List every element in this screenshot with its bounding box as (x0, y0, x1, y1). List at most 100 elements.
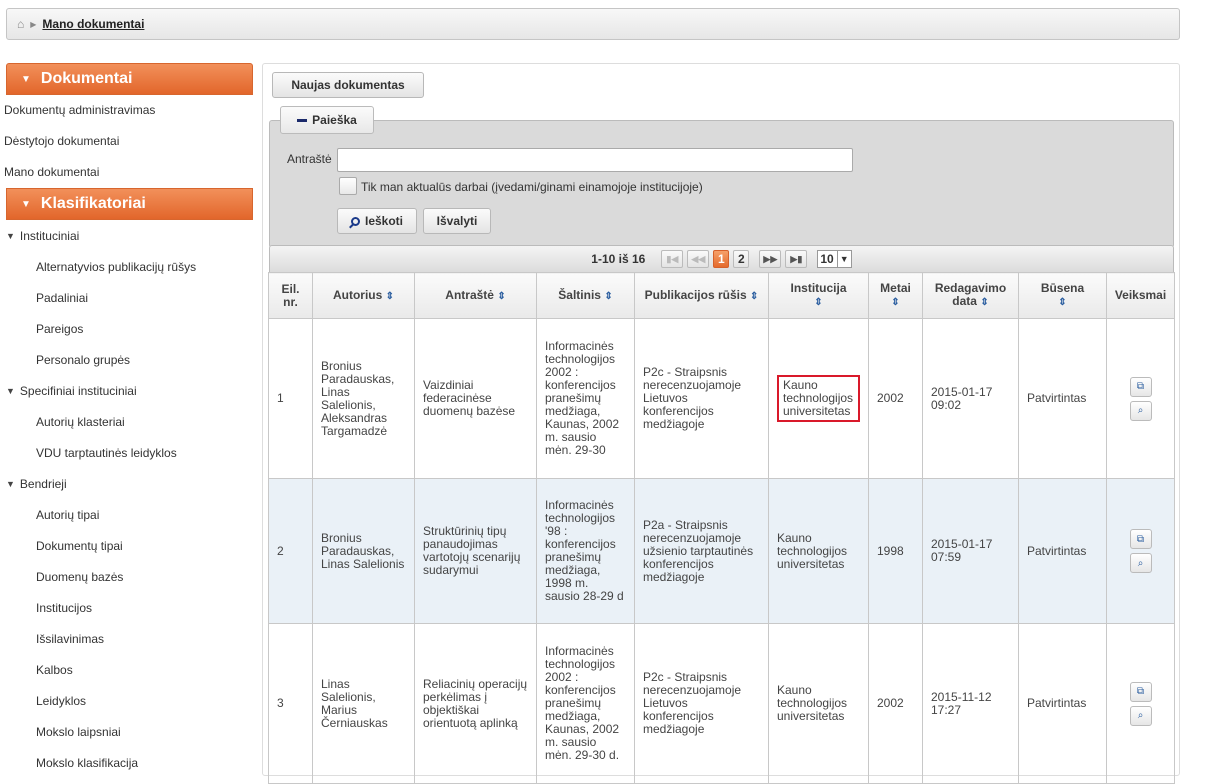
rows-per-page-value: 10 (820, 252, 834, 266)
cell-nr: 2 (268, 478, 313, 624)
cell-saltinis: Informacinės technologijos 2002 : konfer… (536, 623, 635, 784)
sidebar-section-dokumentai[interactable]: ▼ Dokumentai (6, 63, 253, 95)
sort-icon: ⇕ (1058, 297, 1067, 308)
search-icon (350, 216, 360, 226)
search-legend-label: Paieška (312, 113, 357, 127)
sidebar-item[interactable]: Išsilavinimas (0, 623, 253, 654)
cell-nr: 1 (268, 318, 313, 479)
header-antraste[interactable]: Antraštė ⇕ (414, 272, 537, 319)
sidebar-item[interactable]: Mokslo klasifikacija (0, 747, 253, 776)
sidebar-item[interactable]: Autorių klasteriai (0, 406, 253, 437)
sidebar-item-mano-dokumentai[interactable]: Mano dokumentai (0, 157, 253, 188)
cell-metai: 2002 (868, 318, 923, 479)
header-metai[interactable]: Metai ⇕ (868, 272, 923, 319)
minus-icon (297, 118, 308, 122)
breadcrumb: ⌂ ▶ Mano dokumentai (6, 8, 1180, 40)
tree-group-instituciniai[interactable]: ▼ Instituciniai (0, 220, 253, 251)
cell-busena: Patvirtintas (1018, 623, 1107, 784)
table-row: 2 Bronius Paradauskas, Linas Salelionis … (268, 478, 1175, 624)
sidebar-item[interactable]: Leidyklos (0, 685, 253, 716)
header-label: Redagavimo data (934, 281, 1007, 308)
triangle-down-icon: ▼ (21, 73, 31, 85)
next-page-icon[interactable]: ▶▶ (759, 250, 782, 268)
triangle-down-icon: ▼ (21, 198, 31, 210)
sidebar-item-destytojo-dokumentai[interactable]: Dėstytojo dokumentai (0, 126, 253, 157)
copy-icon[interactable]: ⧉ (1129, 681, 1152, 702)
new-document-button[interactable]: Naujas dokumentas (272, 72, 424, 98)
cell-metai: 1998 (868, 478, 923, 624)
header-label: Autorius (332, 287, 383, 302)
cell-institucija: Kauno technologijos universitetas (768, 478, 869, 624)
sidebar-item[interactable]: Autorių tipai (0, 499, 253, 530)
sidebar-item[interactable]: Kalbos (0, 654, 253, 685)
cell-autorius: Linas Salelionis, Marius Černiauskas (312, 623, 415, 784)
search-toggle[interactable]: Paieška (280, 106, 374, 134)
header-institucija[interactable]: Institucija ⇕ (768, 272, 869, 319)
tree-group-bendrieji[interactable]: ▼ Bendrieji (0, 468, 253, 499)
triangle-down-icon: ▼ (6, 478, 15, 489)
header-rusis[interactable]: Publikacijos rūšis ⇕ (634, 272, 769, 319)
cell-nr: 3 (268, 623, 313, 784)
copy-icon[interactable]: ⧉ (1129, 376, 1152, 397)
sidebar-item[interactable]: Pareigos (0, 313, 253, 344)
table-header-row: Eil. nr. Autorius ⇕ Antraštė ⇕ Šaltinis … (268, 272, 1175, 319)
cell-veiksmai: ⧉ ⌕ (1106, 623, 1175, 784)
record-count: 1-10 iš 16 (591, 252, 646, 266)
relevant-works-label: Tik man aktualūs darbai (įvedami/ginami … (361, 180, 703, 194)
cell-veiksmai: ⧉ ⌕ (1106, 478, 1175, 624)
cell-redagavimo: 2015-01-17 07:59 (922, 478, 1019, 624)
search-button-label: Ieškoti (364, 214, 403, 228)
header-label: Šaltinis (558, 287, 601, 302)
breadcrumb-current-link[interactable]: Mano dokumentai (42, 17, 144, 31)
sidebar-item[interactable]: Padaliniai (0, 282, 253, 313)
header-busena[interactable]: Būsena ⇕ (1018, 272, 1107, 319)
cell-veiksmai: ⧉ ⌕ (1106, 318, 1175, 479)
sidebar-item[interactable]: Institucijos (0, 592, 253, 623)
cell-saltinis: Informacinės technologijos 2002 : konfer… (536, 318, 635, 479)
copy-icon[interactable]: ⧉ (1129, 529, 1152, 549)
sidebar: ▼ Dokumentai Dokumentų administravimas D… (0, 63, 253, 776)
clear-button[interactable]: Išvalyti (423, 208, 491, 234)
sidebar-item[interactable]: Duomenų bazės (0, 561, 253, 592)
header-redagavimo[interactable]: Redagavimo data ⇕ (922, 272, 1019, 319)
header-label: Metai (880, 281, 911, 295)
cell-antraste: Reliacinių operacijų perkėlimas į objekt… (414, 623, 537, 784)
cell-busena: Patvirtintas (1018, 478, 1107, 624)
cell-autorius: Bronius Paradauskas, Linas Salelionis (312, 478, 415, 624)
tree-group-label: Bendrieji (19, 476, 67, 491)
sidebar-item[interactable]: VDU tarptautinės leidyklos (0, 437, 253, 468)
chevron-right-icon: ▶ (30, 19, 37, 29)
sidebar-section-title: Dokumentai (40, 70, 133, 87)
tree-group-label: Instituciniai (19, 228, 80, 243)
last-page-icon[interactable]: ▶▮ (785, 250, 808, 268)
view-icon[interactable]: ⌕ (1129, 400, 1152, 421)
sidebar-item-dokumentu-administravimas[interactable]: Dokumentų administravimas (0, 95, 253, 126)
sort-icon: ⇕ (604, 290, 613, 302)
sidebar-item[interactable]: Mokslo laipsniai (0, 716, 253, 747)
sidebar-section-klasifikatoriai[interactable]: ▼ Klasifikatoriai (6, 188, 253, 220)
title-field-label: Antraštė (287, 152, 332, 166)
prev-page-icon[interactable]: ◀◀ (687, 250, 710, 268)
triangle-down-icon: ▼ (6, 385, 15, 396)
sidebar-item[interactable]: Dokumentų tipai (0, 530, 253, 561)
tree-group-specifiniai-instituciniai[interactable]: ▼ Specifiniai instituciniai (0, 375, 253, 406)
view-icon[interactable]: ⌕ (1129, 553, 1152, 573)
view-icon[interactable]: ⌕ (1129, 705, 1152, 726)
cell-saltinis: Informacinės technologijos '98 : konfere… (536, 478, 635, 624)
header-veiksmai: Veiksmai (1106, 272, 1175, 319)
header-saltinis[interactable]: Šaltinis ⇕ (536, 272, 635, 319)
rows-per-page-select[interactable]: 10 ▼ (817, 250, 852, 268)
documents-table: Eil. nr. Autorius ⇕ Antraštė ⇕ Šaltinis … (268, 272, 1175, 784)
header-autorius[interactable]: Autorius ⇕ (312, 272, 415, 319)
cell-institucija: Kauno technologijos universitetas (768, 318, 869, 479)
sidebar-item[interactable]: Personalo grupės (0, 344, 253, 375)
relevant-works-checkbox[interactable] (339, 177, 357, 195)
title-search-input[interactable] (337, 148, 853, 172)
page-button[interactable]: 2 (733, 250, 750, 268)
search-button[interactable]: Ieškoti (337, 208, 417, 234)
sidebar-item[interactable]: Alternatyvios publikacijų rūšys (0, 251, 253, 282)
home-icon[interactable]: ⌂ (17, 17, 24, 31)
first-page-icon[interactable]: ▮◀ (661, 250, 684, 268)
page-button-current[interactable]: 1 (713, 250, 730, 268)
cell-antraste: Vaizdiniai federacinėse duomenų bazėse (414, 318, 537, 479)
